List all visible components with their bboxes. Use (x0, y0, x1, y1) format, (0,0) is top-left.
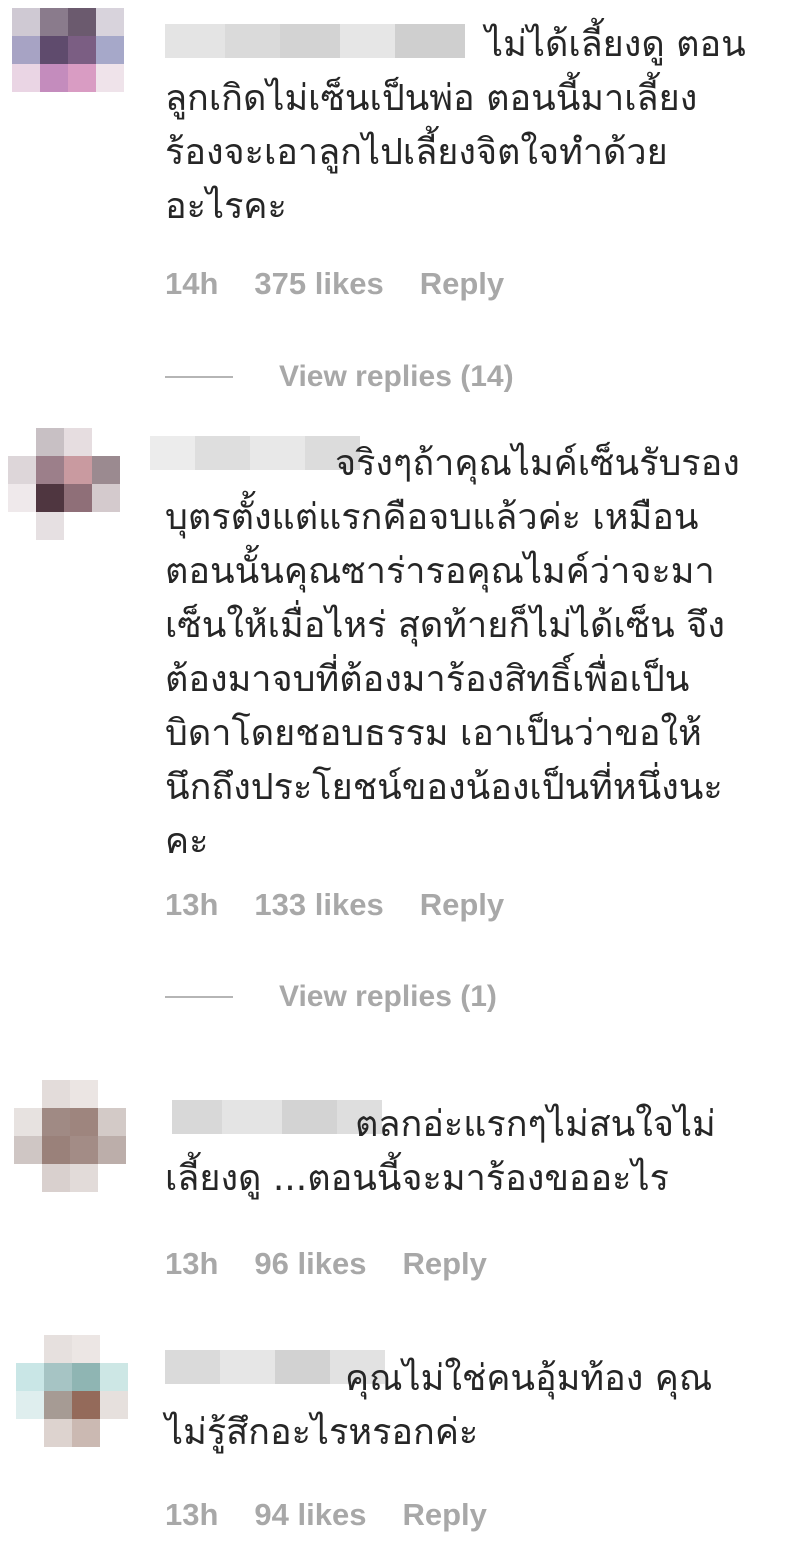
comment-time: 13h (165, 1246, 219, 1281)
comment-text: คุณไม่ใช่คนอุ้มท้อง คุณ ไม่รู้สึกอะไรหรอ… (165, 1358, 713, 1453)
comment-time: 14h (165, 266, 219, 301)
comment-text: ไม่ได้เลี้ยงดู ตอน ลูกเกิดไม่เซ็นเป็นพ่อ… (165, 24, 746, 227)
comment-likes[interactable]: 133 likes (254, 887, 383, 923)
divider-line (165, 376, 233, 378)
comment-meta: 13h 133 likes Reply (165, 887, 504, 923)
reply-button[interactable]: Reply (402, 1497, 486, 1533)
comment-likes[interactable]: 375 likes (254, 266, 383, 302)
avatar[interactable] (16, 1335, 136, 1455)
view-replies-button[interactable]: View replies (1) (165, 980, 497, 1014)
avatar[interactable] (8, 428, 128, 548)
reply-button[interactable]: Reply (420, 266, 504, 302)
reply-button[interactable]: Reply (402, 1246, 486, 1282)
comment-time: 13h (165, 1497, 219, 1532)
view-replies-button[interactable]: View replies (14) (165, 360, 514, 394)
comment-meta: 13h 96 likes Reply (165, 1246, 487, 1282)
divider-line (165, 996, 233, 998)
comment-time: 13h (165, 887, 219, 922)
avatar[interactable] (14, 1080, 134, 1200)
comment-likes[interactable]: 94 likes (254, 1497, 366, 1533)
comment-meta: 14h 375 likes Reply (165, 266, 504, 302)
reply-button[interactable]: Reply (420, 887, 504, 923)
comment-meta: 13h 94 likes Reply (165, 1497, 487, 1533)
comment-text: ตลกอ่ะแรกๆไม่สนใจไม่ เลี้ยงดู ...ตอนนี้จ… (165, 1104, 716, 1199)
comment-likes[interactable]: 96 likes (254, 1246, 366, 1282)
avatar[interactable] (12, 8, 132, 128)
view-replies-label: View replies (14) (279, 360, 514, 393)
comment-text: จริงๆถ้าคุณไมค์เซ็นรับรอง บุตรตั้งแต่แรก… (165, 443, 740, 862)
view-replies-label: View replies (1) (279, 980, 497, 1013)
